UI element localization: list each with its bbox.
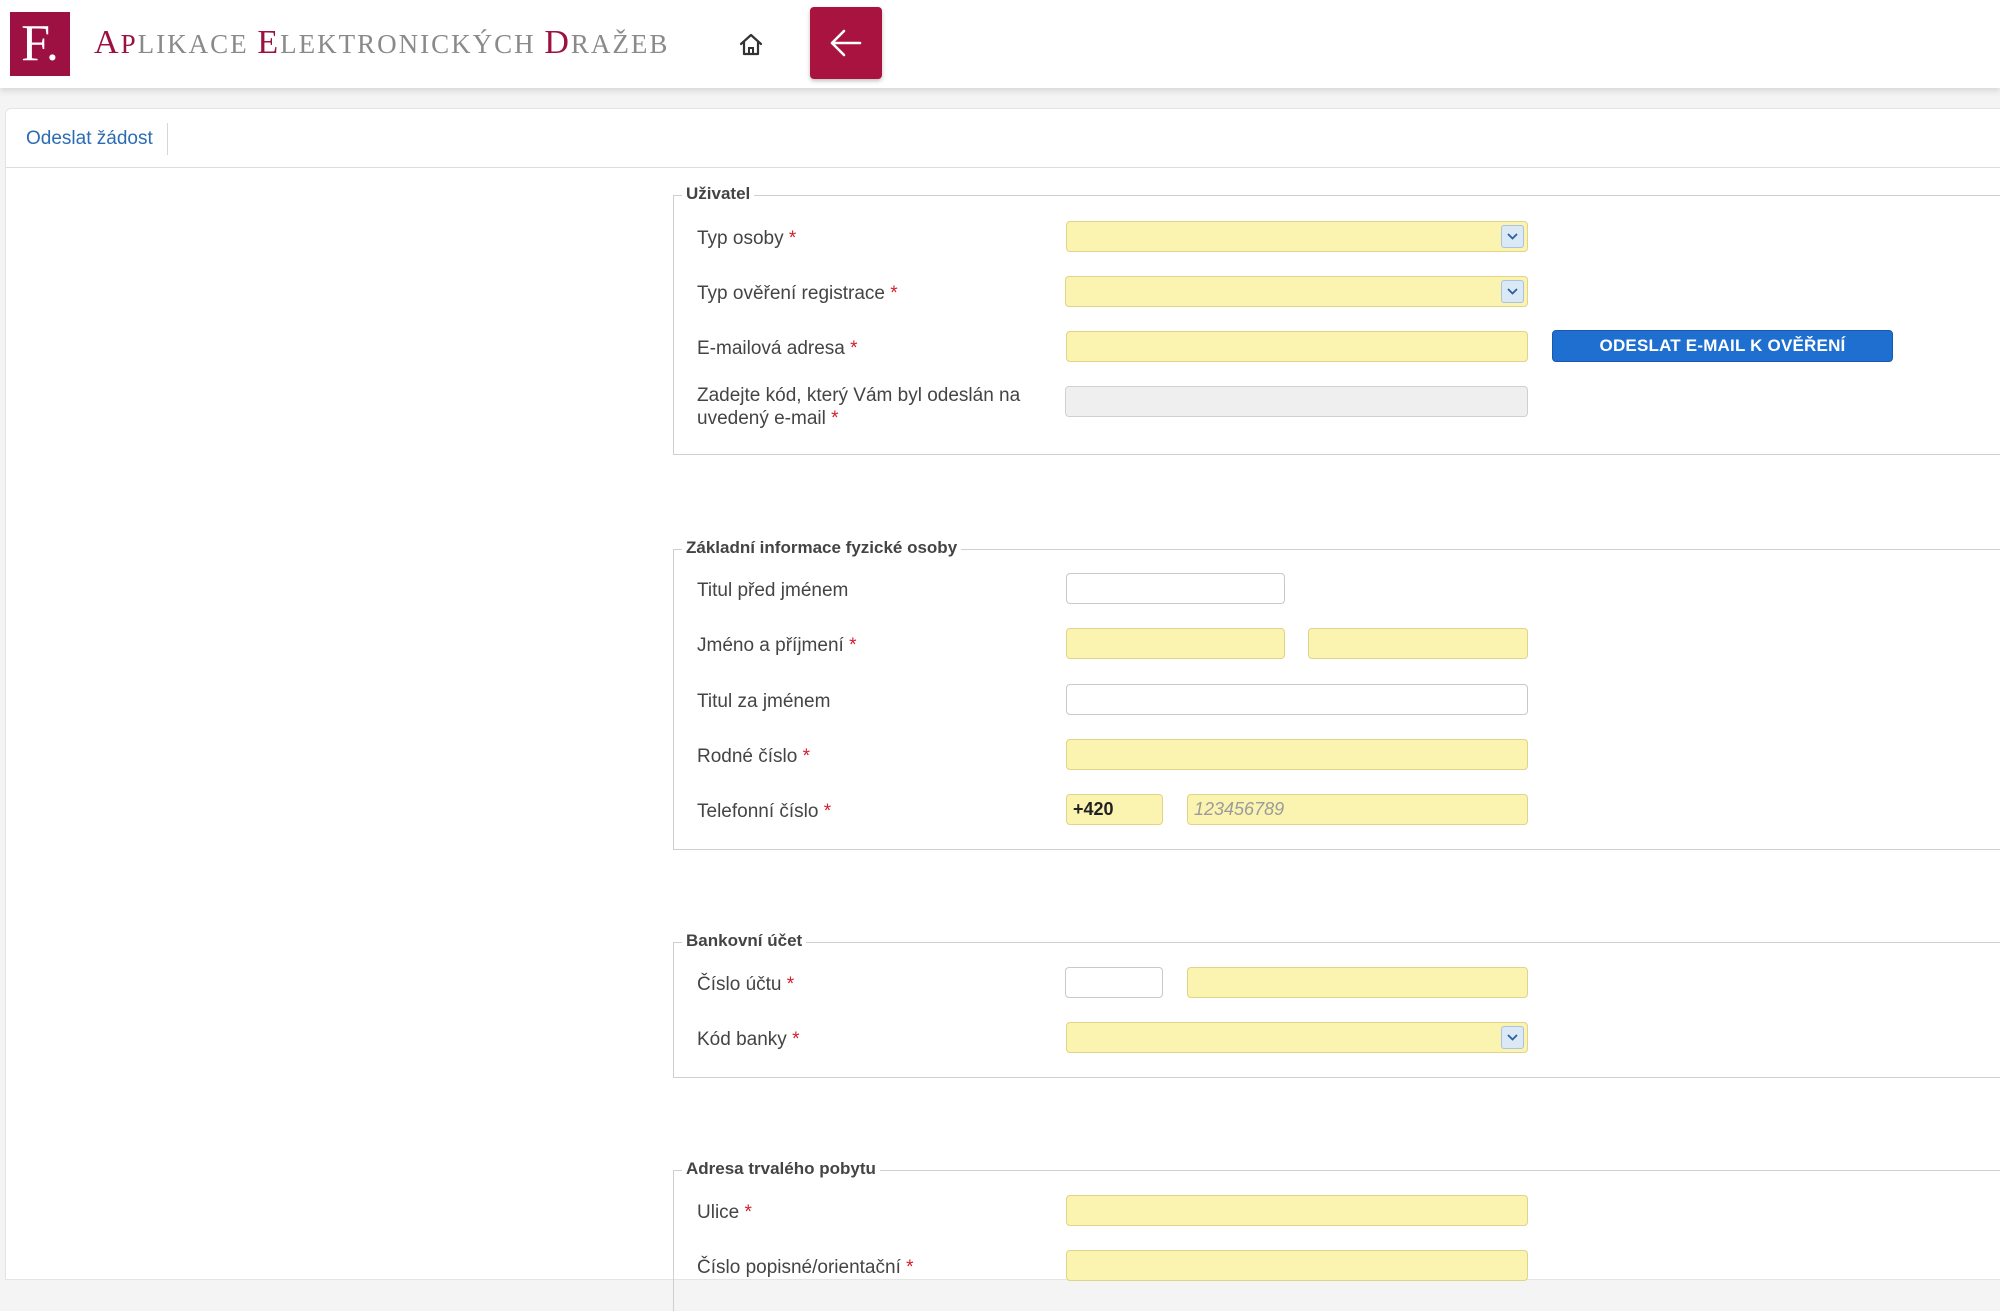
- back-button[interactable]: [810, 7, 882, 79]
- fieldset-address: Adresa trvalého pobytu Ulice * Číslo pop…: [673, 1159, 2000, 1311]
- phone-number-field[interactable]: [1187, 794, 1528, 825]
- street-label: Ulice *: [697, 1202, 752, 1223]
- fieldset-legend: Základní informace fyzické osoby: [682, 538, 962, 558]
- home-icon: [739, 33, 763, 56]
- send-email-wrapper: ODESLAT E-MAIL K OVĚŘENÍ: [674, 330, 1893, 362]
- street-field[interactable]: [1066, 1195, 1528, 1226]
- arrow-left-icon: [830, 29, 862, 57]
- name-label: Jméno a příjmení *: [697, 635, 857, 656]
- app-title-part: P: [120, 29, 138, 59]
- first-name-field[interactable]: [1066, 628, 1285, 659]
- app-logo: F.: [10, 12, 70, 76]
- fieldset-bank: Bankovní účet Číslo účtu * Kód banky *: [673, 931, 2000, 1078]
- app-title: APLIKACE ELEKTRONICKÝCH DRAŽEB: [94, 24, 669, 62]
- app-title-part: D: [544, 24, 571, 61]
- app-title-part: E: [257, 24, 281, 61]
- title-before-field[interactable]: [1066, 573, 1285, 604]
- verification-type-label: Typ ověření registrace *: [697, 283, 898, 304]
- verification-type-select[interactable]: [1065, 276, 1528, 307]
- phone-label: Telefonní číslo *: [697, 801, 832, 822]
- app-title-part: A: [94, 24, 121, 61]
- birth-number-field[interactable]: [1066, 739, 1528, 770]
- bank-code-label: Kód banky *: [697, 1029, 800, 1050]
- house-number-label: Číslo popisné/orientační *: [697, 1257, 914, 1278]
- bank-code-select[interactable]: [1066, 1022, 1528, 1053]
- person-type-label: Typ osoby *: [697, 228, 797, 249]
- birth-number-label: Rodné číslo *: [697, 746, 811, 767]
- last-name-field[interactable]: [1308, 628, 1528, 659]
- account-number-label: Číslo účtu *: [697, 974, 795, 995]
- chevron-down-icon: [1501, 280, 1524, 303]
- app-title-part: RAŽEB: [570, 29, 670, 59]
- verification-code-field[interactable]: [1065, 386, 1528, 417]
- send-verification-email-button[interactable]: ODESLAT E-MAIL K OVĚŘENÍ: [1552, 330, 1893, 362]
- verification-code-label: Zadejte kód, který Vám byl odeslán na uv…: [697, 385, 1021, 429]
- account-number-field[interactable]: [1187, 967, 1528, 998]
- title-before-label: Titul před jménem: [697, 580, 849, 601]
- email-field[interactable]: [1066, 331, 1528, 362]
- app-header: F. APLIKACE ELEKTRONICKÝCH DRAŽEB: [0, 0, 2000, 88]
- fieldset-person: Základní informace fyzické osoby Titul p…: [673, 538, 2000, 850]
- app-title-part: LEKTRONICKÝCH: [280, 29, 545, 59]
- account-prefix-field[interactable]: [1065, 967, 1163, 998]
- app-title-part: LIKACE: [137, 29, 258, 59]
- submit-request-link[interactable]: Odeslat žádost: [26, 128, 153, 150]
- title-after-field[interactable]: [1066, 684, 1528, 715]
- fieldset-user: Uživatel Typ osoby * Typ ověření registr…: [673, 184, 2000, 455]
- toolbar: Odeslat žádost: [6, 109, 2000, 168]
- form-panel: Odeslat žádost Uživatel Typ osoby * Typ …: [5, 108, 2000, 1311]
- chevron-down-icon: [1501, 1026, 1524, 1049]
- person-type-select[interactable]: [1066, 221, 1528, 252]
- fieldset-legend: Adresa trvalého pobytu: [682, 1159, 880, 1179]
- email-label: E-mailová adresa *: [697, 338, 858, 359]
- fieldset-legend: Uživatel: [682, 184, 755, 204]
- fieldset-legend: Bankovní účet: [682, 931, 807, 951]
- title-after-label: Titul za jménem: [697, 691, 831, 712]
- chevron-down-icon: [1501, 225, 1524, 248]
- toolbar-divider: [167, 123, 168, 155]
- home-button[interactable]: [734, 28, 768, 62]
- phone-prefix-field[interactable]: [1066, 794, 1163, 825]
- house-number-field[interactable]: [1066, 1250, 1528, 1281]
